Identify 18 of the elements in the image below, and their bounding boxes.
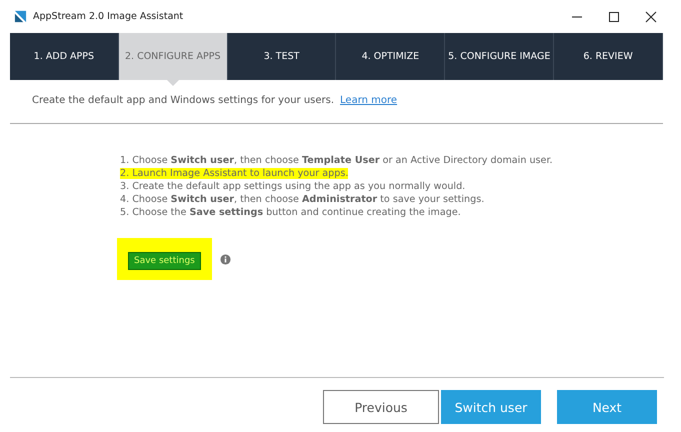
step-tab[interactable]: 5. CONFIGURE IMAGE xyxy=(445,33,554,80)
window-title: AppStream 2.0 Image Assistant xyxy=(33,11,184,22)
close-icon[interactable] xyxy=(645,10,657,22)
step-text: 4. Choose Switch user, then choose Administrator to save your settings. xyxy=(120,194,484,205)
step-tab[interactable]: 4. OPTIMIZE xyxy=(336,33,446,80)
app-logo-icon xyxy=(14,10,27,23)
step-text: 5. Choose the Save settings button and continue creating the image. xyxy=(120,207,461,218)
maximize-icon[interactable] xyxy=(608,10,620,22)
secondary-button[interactable]: Previous xyxy=(323,390,439,424)
step-tab[interactable]: 3. TEST xyxy=(228,33,336,80)
tab-pointer xyxy=(166,80,179,86)
step-text: 3. Create the default app settings using the app as you normally would. xyxy=(120,181,466,192)
step-text: 1. Choose Switch user, then choose Template User or an Active Directory domain user. xyxy=(120,155,553,166)
learn-more-link[interactable]: Learn more xyxy=(340,95,398,106)
info-icon[interactable] xyxy=(220,254,231,264)
intro-text: Create the default app and Windows settings for your users. xyxy=(32,95,334,106)
step-text: 2. Launch Image Assistant to launch your apps. xyxy=(120,168,348,179)
step-tab[interactable]: 6. REVIEW xyxy=(554,33,663,80)
